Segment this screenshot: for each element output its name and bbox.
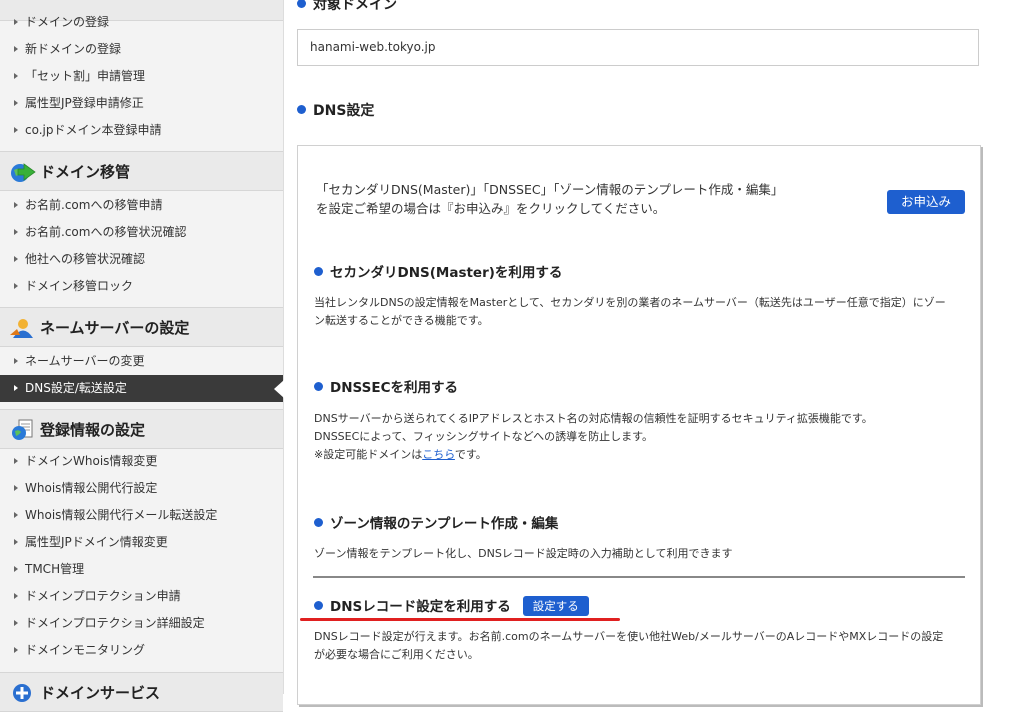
dnssec-description: DNSサーバーから送られてくるIPアドレスとホスト名の対応情報の信頼性を証明する… — [314, 410, 954, 464]
sidebar-item-jp-correction[interactable]: 属性型JP登録申請修正 — [0, 90, 283, 117]
bullet-dot-icon — [314, 267, 323, 276]
sidebar-item-jp-info-change[interactable]: 属性型JPドメイン情報変更 — [0, 529, 283, 556]
secondary-dns-heading: セカンダリDNS(Master)を利用する — [314, 261, 562, 281]
bullet-icon — [14, 512, 18, 518]
bullet-icon — [14, 358, 18, 364]
target-domain-field: hanami-web.tokyo.jp — [297, 29, 979, 66]
sidebar: ドメインの登録 新ドメインの登録 「セット割」申請管理 属性型JP登録申請修正 … — [0, 0, 284, 712]
zone-template-heading: ゾーン情報のテンプレート作成・編集 — [314, 512, 558, 532]
main-content: 対象ドメイン hanami-web.tokyo.jp DNS設定 「セカンダリD… — [283, 0, 1024, 705]
supported-domains-link[interactable]: こちら — [422, 448, 455, 461]
bullet-dot-icon — [314, 601, 323, 610]
sidebar-section-registration: 登録情報の設定 — [0, 409, 283, 449]
sidebar-item-whois-proxy[interactable]: Whois情報公開代行設定 — [0, 475, 283, 502]
apply-button[interactable]: お申込み — [887, 190, 965, 214]
dns-record-settings-button[interactable]: 設定する — [522, 596, 589, 616]
bullet-icon — [14, 100, 18, 106]
sidebar-item-dns-settings[interactable]: DNS設定/転送設定 — [0, 375, 284, 402]
sidebar-section-transfer: ドメイン移管 — [0, 151, 283, 191]
dnssec-note: ※設定可能ドメインはこちらです。 — [314, 448, 487, 461]
sidebar-item-whois-mail-forward[interactable]: Whois情報公開代行メール転送設定 — [0, 502, 283, 529]
bullet-icon — [14, 229, 18, 235]
sidebar-item-tmch[interactable]: TMCH管理 — [0, 556, 283, 583]
sidebar-section-nameserver: ネームサーバーの設定 — [0, 307, 283, 347]
dns-record-heading: DNSレコード設定を利用する 設定する — [314, 595, 589, 616]
plus-circle-icon — [13, 684, 31, 702]
person-icon — [10, 319, 33, 338]
bullet-icon — [14, 385, 18, 391]
bullet-icon — [14, 256, 18, 262]
sidebar-item-set-discount[interactable]: 「セット割」申請管理 — [0, 63, 283, 90]
sidebar-item-transfer-status[interactable]: お名前.comへの移管状況確認 — [0, 219, 283, 246]
dns-record-description: DNSレコード設定が行えます。お名前.comのネームサーバーを使い他社Web/メ… — [314, 630, 944, 661]
target-domain-heading: 対象ドメイン — [297, 0, 397, 14]
section-divider — [313, 576, 965, 578]
bullet-icon — [14, 593, 18, 599]
bullet-icon — [14, 539, 18, 545]
highlight-underline — [300, 618, 620, 621]
bullet-icon — [14, 458, 18, 464]
bullet-dot-icon — [314, 382, 323, 391]
sidebar-item-protection-detail[interactable]: ドメインプロテクション詳細設定 — [0, 610, 283, 637]
bullet-dot-icon — [297, 0, 306, 8]
sidebar-item-new-domain-register[interactable]: 新ドメインの登録 — [0, 36, 283, 63]
dns-settings-heading: DNS設定 — [297, 100, 374, 120]
sidebar-item-whois-change[interactable]: ドメインWhois情報変更 — [0, 448, 283, 475]
sidebar-item-domain-monitoring[interactable]: ドメインモニタリング — [0, 637, 283, 664]
bullet-icon — [14, 202, 18, 208]
bullet-icon — [14, 19, 18, 25]
dns-options-panel: 「セカンダリDNS(Master)」「DNSSEC」「ゾーン情報のテンプレート作… — [297, 145, 981, 705]
globe-arrow-icon — [11, 163, 36, 182]
secondary-dns-description: 当社レンタルDNSの設定情報をMasterとして、セカンダリを別の業者のネームサ… — [314, 296, 946, 327]
zone-template-description: ゾーン情報をテンプレート化し、DNSレコード設定時の入力補助として利用できます — [314, 547, 733, 560]
sidebar-item-protection-apply[interactable]: ドメインプロテクション申請 — [0, 583, 283, 610]
dnssec-heading: DNSSECを利用する — [314, 376, 458, 396]
bullet-icon — [14, 566, 18, 572]
bullet-icon — [14, 647, 18, 653]
sidebar-item-transfer-lock[interactable]: ドメイン移管ロック — [0, 273, 283, 300]
bullet-icon — [14, 283, 18, 289]
bullet-icon — [14, 127, 18, 133]
sidebar-item-nameserver-change[interactable]: ネームサーバーの変更 — [0, 348, 283, 375]
document-globe-icon — [12, 419, 33, 440]
sidebar-item-cojp-register[interactable]: co.jpドメイン本登録申請 — [0, 117, 283, 144]
bullet-icon — [14, 485, 18, 491]
sidebar-item-transfer-in[interactable]: お名前.comへの移管申請 — [0, 192, 283, 219]
bullet-icon — [14, 46, 18, 52]
bullet-dot-icon — [297, 105, 306, 114]
bullet-icon — [14, 620, 18, 626]
sidebar-section-domain-service: ドメインサービス — [0, 672, 283, 712]
bullet-dot-icon — [314, 518, 323, 527]
intro-text: 「セカンダリDNS(Master)」「DNSSEC」「ゾーン情報のテンプレート作… — [316, 182, 784, 216]
sidebar-item-domain-register[interactable]: ドメインの登録 — [0, 9, 283, 36]
sidebar-item-transfer-out-status[interactable]: 他社への移管状況確認 — [0, 246, 283, 273]
bullet-icon — [14, 73, 18, 79]
